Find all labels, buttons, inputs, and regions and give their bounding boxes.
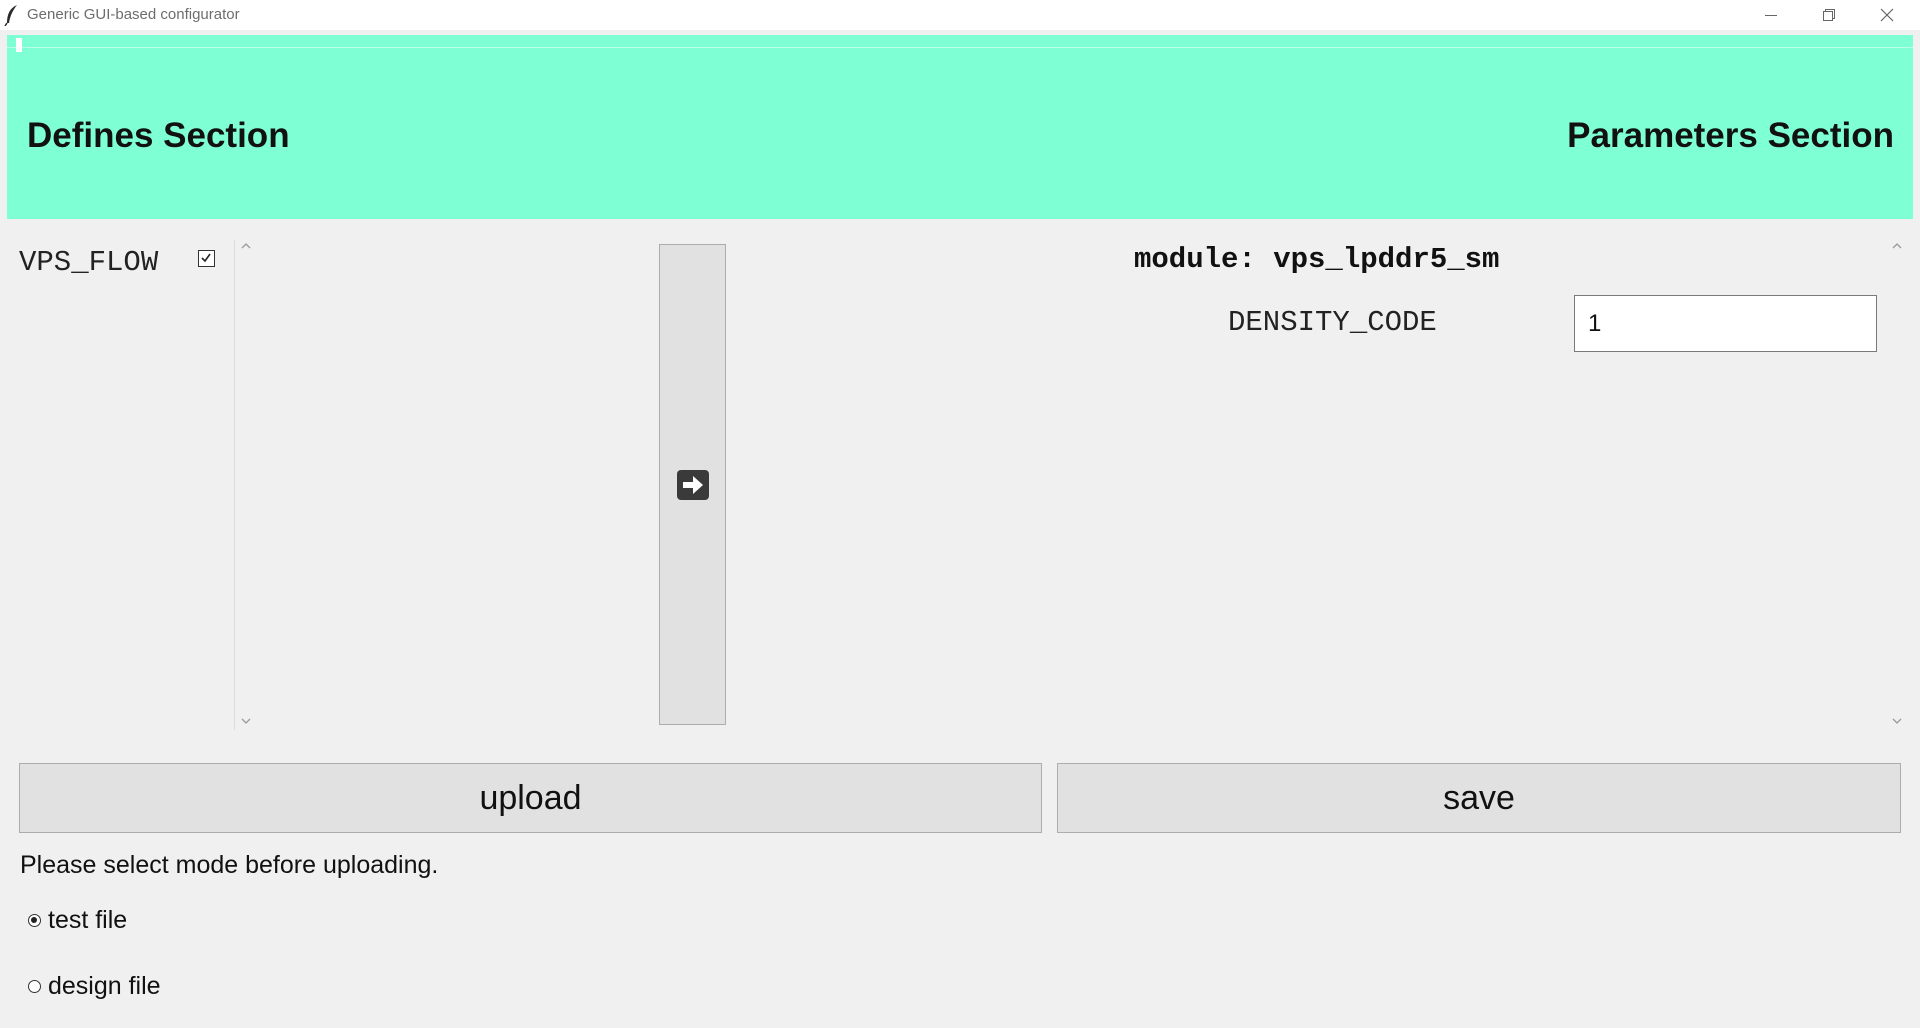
parameters-section-title: Parameters Section [1567, 116, 1894, 155]
defines-list: VPS_FLOW [10, 240, 230, 730]
parameter-label: DENSITY_CODE [1228, 306, 1437, 339]
define-item-checkbox[interactable] [198, 250, 215, 267]
restore-icon [1823, 9, 1835, 21]
checkmark-icon [201, 253, 211, 263]
close-button[interactable] [1858, 0, 1916, 30]
restore-button[interactable] [1800, 0, 1858, 30]
mode-hint: Please select mode before uploading. [20, 851, 439, 879]
radio-selected-icon[interactable] [28, 913, 41, 927]
scroll-down-icon[interactable] [1891, 717, 1903, 725]
mode-option-label: design file [48, 971, 161, 1000]
minimize-icon [1765, 15, 1777, 16]
close-icon [1880, 8, 1894, 22]
define-item-label: VPS_FLOW [19, 246, 159, 279]
mode-option-design-file[interactable]: design file [28, 969, 161, 1003]
mode-option-label: test file [48, 905, 128, 934]
feather-icon [4, 5, 17, 26]
header-marker [16, 38, 22, 52]
module-title: module: vps_lpddr5_sm [1134, 243, 1500, 276]
upload-button[interactable]: upload [19, 763, 1042, 833]
scroll-up-icon[interactable] [240, 242, 252, 250]
defines-section-title: Defines Section [27, 116, 290, 155]
radio-unselected-icon[interactable] [28, 979, 41, 993]
window-title: Generic GUI-based configurator [27, 6, 240, 23]
mode-option-test-file[interactable]: test file [28, 903, 127, 937]
arrow-right-icon [676, 469, 709, 500]
header-strip [7, 35, 1913, 48]
density-code-input[interactable] [1574, 295, 1877, 352]
minimize-button[interactable] [1742, 0, 1800, 30]
scroll-down-icon[interactable] [240, 717, 252, 725]
transfer-button[interactable] [659, 244, 726, 725]
parameters-scrollbar[interactable] [1886, 240, 1908, 730]
window-titlebar: Generic GUI-based configurator [0, 0, 1920, 30]
scroll-up-icon[interactable] [1891, 242, 1903, 250]
save-button[interactable]: save [1057, 763, 1901, 833]
defines-scrollbar[interactable] [234, 240, 257, 730]
